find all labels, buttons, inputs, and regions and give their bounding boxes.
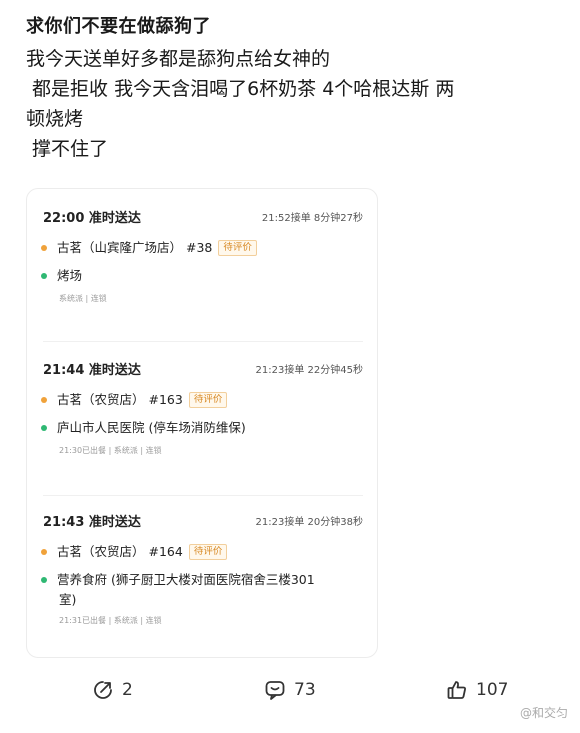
order-delivery-time: 21:44 准时送达	[43, 363, 141, 378]
order-destination: 营养食府 (狮子厨卫大楼对面医院宿舍三楼301	[57, 572, 315, 587]
watermark: @和交匀	[519, 706, 568, 720]
pickup-dot-icon	[41, 244, 47, 251]
delivery-screenshot-card[interactable]: 22:00 准时送达 21:52接单 8分钟27秒 古茗（山宾隆广场店） #38…	[26, 188, 378, 658]
order-dropoff-row: 烤场	[41, 265, 82, 285]
dropoff-dot-icon	[41, 576, 47, 583]
thumbs-up-icon	[447, 681, 466, 699]
post-line: 撑不住了	[26, 138, 109, 160]
comment-button[interactable]: 73	[264, 672, 316, 708]
order-pickup-row: 古茗（山宾隆广场店） #38 待评价	[41, 237, 257, 257]
pending-review-badge: 待评价	[188, 543, 228, 560]
order-accept-info: 21:23接单 22分钟45秒	[255, 365, 363, 376]
order-accept-info: 21:23接单 20分钟38秒	[255, 517, 363, 528]
order-shop: 古茗（农贸店） #163	[57, 392, 183, 407]
order-pickup-row: 古茗（农贸店） #163 待评价	[41, 389, 228, 409]
order-pickup-row: 古茗（农贸店） #164 待评价	[41, 541, 228, 561]
pending-review-badge: 待评价	[188, 391, 228, 408]
like-count: 107	[476, 680, 509, 700]
pickup-dot-icon	[41, 548, 47, 555]
order-tags: 21:31已出餐 | 系统派 | 连锁	[59, 616, 162, 625]
share-icon	[94, 681, 112, 699]
post-line: 都是拒收 我今天含泪喝了6杯奶茶 4个哈根达斯 两	[26, 78, 455, 100]
like-button[interactable]: 107	[446, 672, 508, 708]
post-line: 顿烧烤	[26, 108, 84, 130]
order-delivery-time: 22:00 准时送达	[43, 211, 141, 226]
dropoff-dot-icon	[41, 424, 47, 431]
divider	[43, 341, 363, 342]
share-button[interactable]: 2	[92, 672, 133, 708]
order-delivery-time: 21:43 准时送达	[43, 515, 141, 530]
divider	[43, 495, 363, 496]
order-destination: 庐山市人民医院 (停车场消防维保)	[57, 420, 246, 435]
post-line: 我今天送单好多都是舔狗点给女神的	[26, 48, 331, 70]
share-count: 2	[122, 680, 133, 700]
order-destination-continued: 室)	[59, 592, 77, 607]
comment-icon	[265, 681, 285, 700]
post-body: 我今天送单好多都是舔狗点给女神的 都是拒收 我今天含泪喝了6杯奶茶 4个哈根达斯…	[26, 44, 566, 164]
order-shop: 古茗（山宾隆广场店） #38	[57, 240, 213, 255]
post-title: 求你们不要在做舔狗了	[26, 16, 211, 37]
order-dropoff-row: 庐山市人民医院 (停车场消防维保)	[41, 417, 246, 437]
order-destination: 烤场	[57, 268, 83, 283]
pending-review-badge: 待评价	[218, 239, 257, 256]
dropoff-dot-icon	[41, 272, 47, 279]
pickup-dot-icon	[41, 396, 47, 403]
order-shop: 古茗（农贸店） #164	[57, 544, 183, 559]
order-accept-info: 21:52接单 8分钟27秒	[261, 213, 363, 224]
order-dropoff-row: 营养食府 (狮子厨卫大楼对面医院宿舍三楼301	[41, 569, 315, 589]
comment-count: 73	[294, 680, 316, 700]
post-action-bar: 2 73 107	[0, 672, 580, 708]
order-tags: 系统派 | 连锁	[59, 294, 107, 303]
order-tags: 21:30已出餐 | 系统派 | 连锁	[59, 446, 162, 455]
